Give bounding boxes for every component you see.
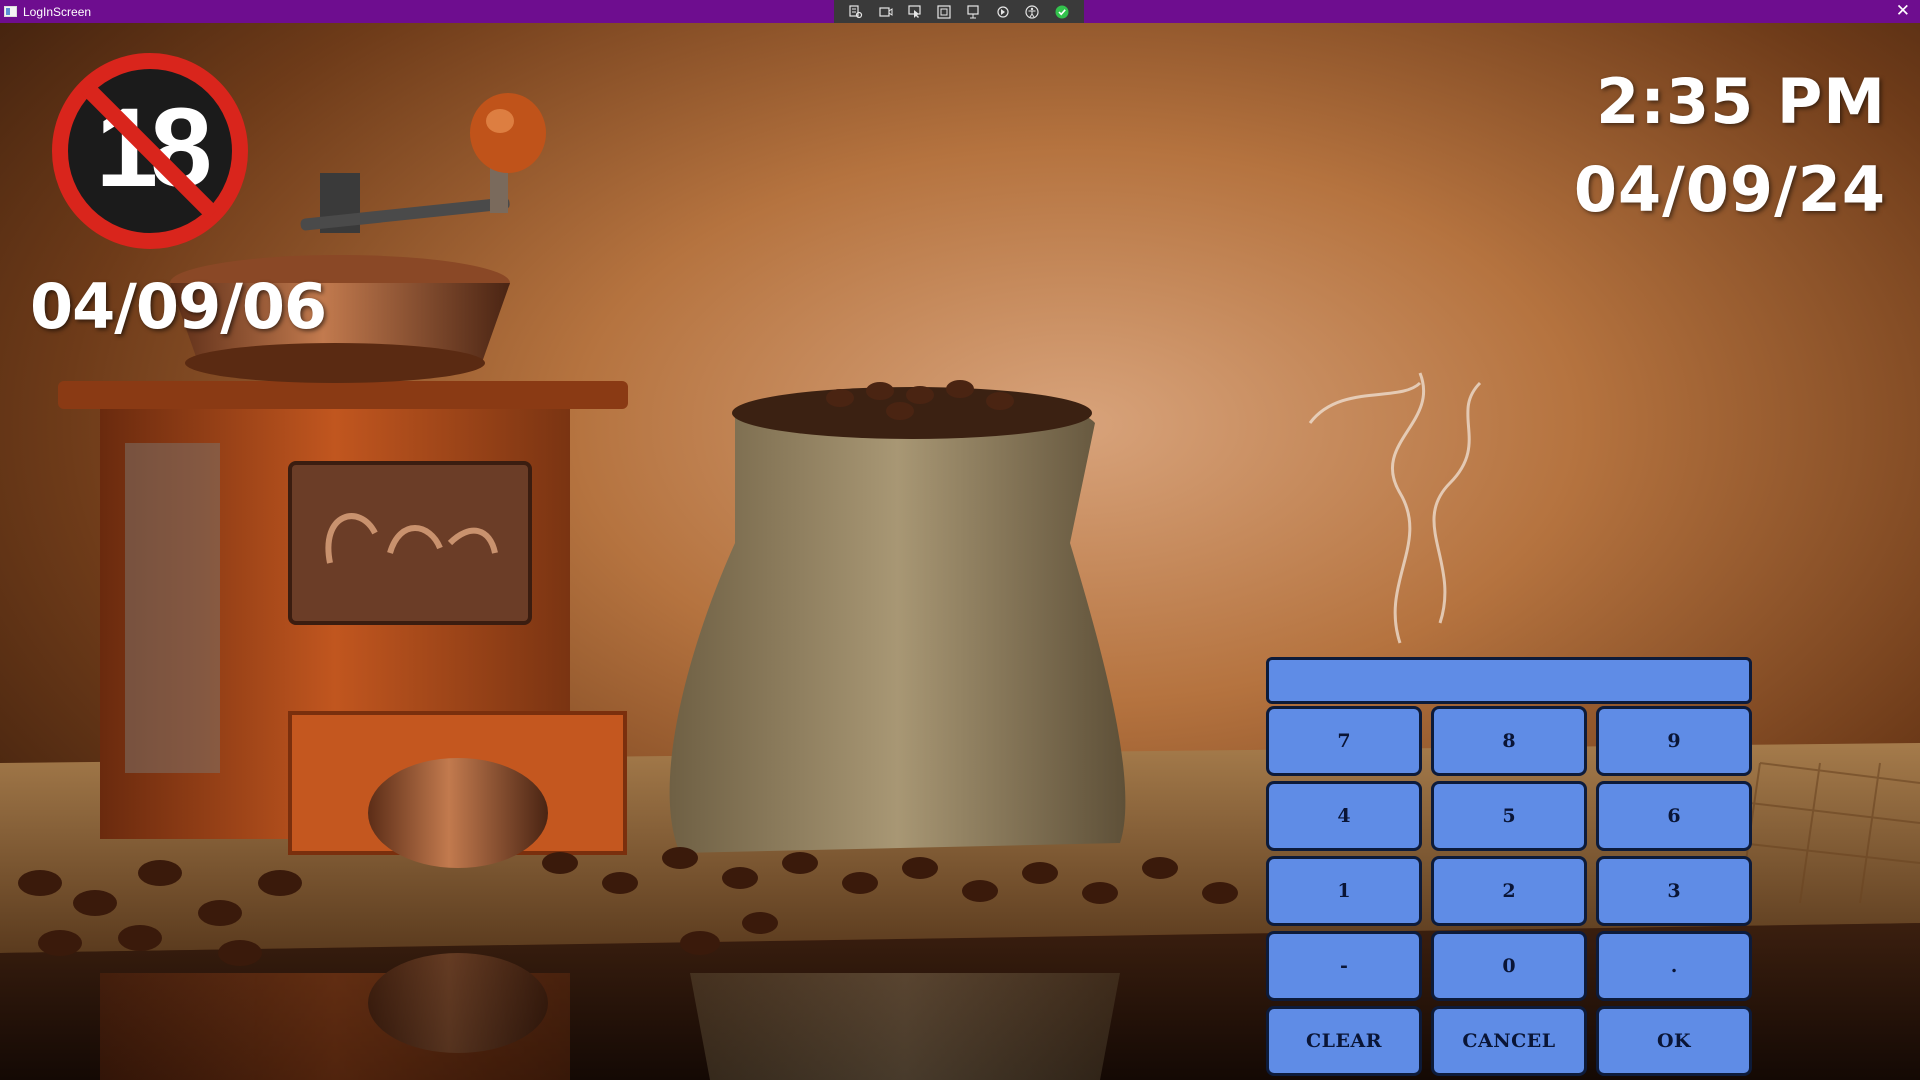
key-3[interactable]: 3 [1596, 856, 1752, 926]
cancel-button[interactable]: CANCEL [1431, 1006, 1587, 1076]
current-time: 2:35 PM [1596, 65, 1886, 138]
key-0[interactable]: 0 [1431, 931, 1587, 1001]
key-9[interactable]: 9 [1596, 706, 1752, 776]
numeric-keypad: 7 8 9 4 5 6 1 2 3 - 0 . CLEAR CANCEL OK [1266, 706, 1752, 1080]
live-visual-tree-icon[interactable] [849, 4, 863, 19]
key-5[interactable]: 5 [1431, 781, 1587, 851]
key-2[interactable]: 2 [1431, 856, 1587, 926]
pin-display[interactable] [1266, 657, 1752, 704]
record-icon[interactable] [879, 5, 893, 19]
key-6[interactable]: 6 [1596, 781, 1752, 851]
app-icon [4, 6, 17, 17]
hot-reload-icon[interactable] [996, 5, 1010, 19]
key-decimal[interactable]: . [1596, 931, 1752, 1001]
binding-status-icon[interactable] [1055, 5, 1069, 19]
accessibility-icon[interactable] [1025, 4, 1039, 19]
current-date: 04/09/24 [1573, 153, 1886, 226]
display-layout-adorners-icon[interactable] [937, 4, 951, 19]
debug-toolbar [834, 0, 1084, 23]
key-minus[interactable]: - [1266, 931, 1422, 1001]
key-8[interactable]: 8 [1431, 706, 1587, 776]
title-bar: LogInScreen ✕ [0, 0, 1920, 23]
window-title: LogInScreen [23, 4, 92, 19]
key-4[interactable]: 4 [1266, 781, 1422, 851]
track-focus-icon[interactable] [967, 4, 981, 19]
key-1[interactable]: 1 [1266, 856, 1422, 926]
age-restriction-icon: 18 [50, 51, 250, 251]
clock: 2:35 PM 04/09/24 [1574, 58, 1886, 234]
select-element-icon[interactable] [908, 4, 922, 19]
key-7[interactable]: 7 [1266, 706, 1422, 776]
close-button[interactable]: ✕ [1896, 0, 1910, 23]
login-screen: LogInScreen ✕ 04/09/06 2:35 PM 04/09/24 … [0, 0, 1920, 1080]
age-cutoff-date: 04/09/06 [30, 270, 327, 343]
clear-button[interactable]: CLEAR [1266, 1006, 1422, 1076]
ok-button[interactable]: OK [1596, 1006, 1752, 1076]
